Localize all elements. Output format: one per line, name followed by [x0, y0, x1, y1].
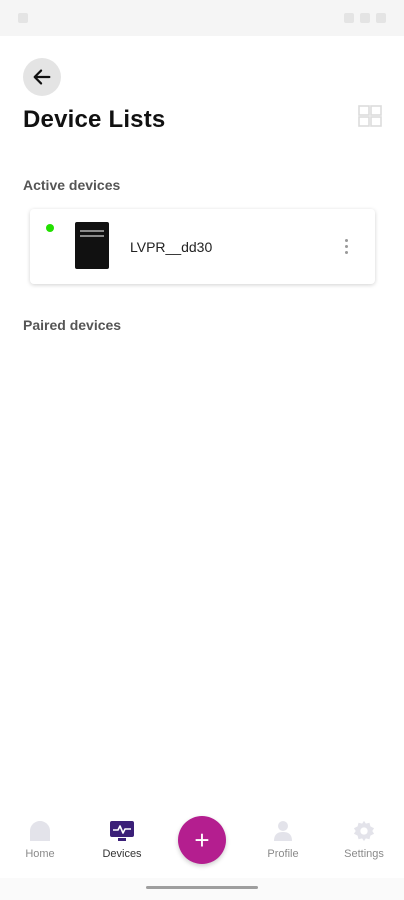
device-name: LVPR__dd30 [130, 239, 213, 255]
devices-icon [109, 820, 135, 842]
page-title: Device Lists [23, 106, 166, 133]
battery-icon [376, 13, 386, 23]
air-purifier-device-icon [75, 222, 109, 269]
signal-icon [344, 13, 354, 23]
home-icon [27, 820, 53, 842]
more-dots-icon [344, 244, 348, 248]
profile-icon [270, 820, 296, 842]
grid-view-icon [358, 105, 382, 127]
status-bar [0, 0, 404, 36]
back-button[interactable] [23, 58, 61, 96]
plus-icon: + [194, 824, 210, 855]
device-vent-line [80, 230, 104, 232]
more-dots-icon [344, 250, 348, 254]
nav-label-home: Home [25, 848, 55, 860]
nav-item-settings[interactable]: Settings [334, 820, 394, 860]
nav-label-settings: Settings [344, 848, 384, 860]
settings-icon [351, 820, 377, 842]
active-devices-heading: Active devices [23, 177, 121, 193]
device-card[interactable]: LVPR__dd30 [30, 209, 375, 284]
nav-item-profile[interactable]: Profile [253, 820, 313, 860]
status-time-placeholder [18, 13, 28, 23]
system-gesture-area [0, 878, 404, 900]
add-device-button[interactable]: + [178, 816, 226, 864]
paired-devices-heading: Paired devices [23, 317, 122, 333]
gesture-handle[interactable] [146, 886, 258, 889]
nav-label-devices: Devices [102, 848, 142, 860]
online-status-indicator [46, 224, 54, 232]
nav-item-devices[interactable]: Devices [92, 820, 152, 860]
arrow-left-icon [33, 69, 51, 85]
device-vent-line [80, 235, 104, 237]
nav-item-home[interactable]: Home [10, 820, 70, 860]
more-dots-icon [344, 238, 348, 242]
nav-label-profile: Profile [267, 848, 299, 860]
grid-view-button[interactable] [357, 104, 383, 128]
more-options-button[interactable] [336, 235, 356, 257]
wifi-icon [360, 13, 370, 23]
status-icons [344, 13, 386, 23]
